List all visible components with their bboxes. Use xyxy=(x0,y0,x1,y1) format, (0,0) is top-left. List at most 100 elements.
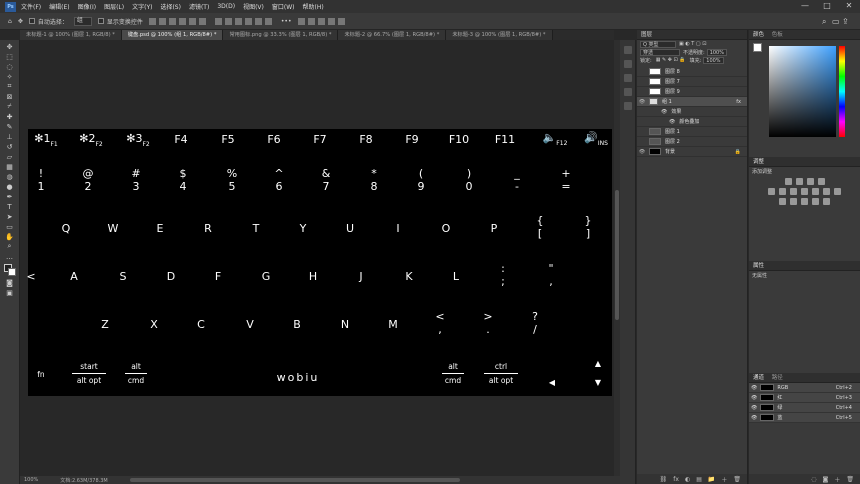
screen-mode-icon[interactable]: ▣ xyxy=(5,289,15,297)
menu-layer[interactable]: 图层(L) xyxy=(104,2,124,11)
selective-color-icon[interactable] xyxy=(823,198,830,205)
foreground-swatch[interactable] xyxy=(753,43,762,52)
channel-mixer-icon[interactable] xyxy=(823,188,830,195)
background-color-swatch[interactable] xyxy=(8,268,16,276)
auto-select-checkbox[interactable] xyxy=(28,18,35,24)
layer-item[interactable]: 图层 1 xyxy=(637,127,747,137)
scrollbar-thumb[interactable] xyxy=(615,190,619,320)
move-tool-icon[interactable]: ✥ xyxy=(5,43,15,51)
layer-select-dropdown[interactable]: 组 xyxy=(73,16,92,26)
maximize-button[interactable]: □ xyxy=(816,0,838,12)
distribute-center-icon[interactable] xyxy=(254,17,262,25)
align-center-icon[interactable] xyxy=(188,17,196,25)
3d-rotate-icon[interactable] xyxy=(297,17,305,25)
brightness-icon[interactable] xyxy=(784,178,792,185)
layer-background[interactable]: 👁 背景 🔒 xyxy=(637,147,747,157)
add-style-icon[interactable]: fx xyxy=(673,476,679,483)
channel-red[interactable]: 👁 红 Ctrl+3 xyxy=(749,393,860,403)
path-selection-tool-icon[interactable]: ➤ xyxy=(5,213,15,221)
color-tab[interactable]: 颜色 xyxy=(753,32,764,38)
search-icon[interactable]: ⌕ xyxy=(822,17,832,27)
healing-brush-tool-icon[interactable]: ✚ xyxy=(5,113,15,121)
move-tool-icon[interactable]: ✥ xyxy=(18,18,23,25)
distribute-left-icon[interactable] xyxy=(244,17,252,25)
3d-slide-icon[interactable] xyxy=(327,17,335,25)
menu-select[interactable]: 选择(S) xyxy=(160,2,181,11)
eye-icon[interactable]: 👁 xyxy=(751,385,757,391)
effects-item[interactable]: 👁 效果 xyxy=(637,107,747,117)
photo-filter-icon[interactable] xyxy=(812,188,819,195)
vibrance-icon[interactable] xyxy=(768,188,775,195)
gradient-tool-icon[interactable]: ▦ xyxy=(5,163,15,171)
layer-item[interactable]: 图层 9 xyxy=(637,87,747,97)
distribute-right-icon[interactable] xyxy=(264,17,272,25)
load-selection-icon[interactable]: ◌ xyxy=(811,476,816,483)
menu-filter[interactable]: 滤镜(T) xyxy=(189,2,209,11)
adjustments-title[interactable]: 调整 xyxy=(749,157,860,167)
history-brush-tool-icon[interactable]: ↺ xyxy=(5,143,15,151)
adjustment-layer-icon[interactable]: ▤ xyxy=(696,476,702,483)
home-icon[interactable]: ⌂ xyxy=(8,18,12,25)
menu-3d[interactable]: 3D(D) xyxy=(217,3,235,10)
align-left-icon[interactable] xyxy=(178,17,186,25)
zoom-tool-icon[interactable]: ⌕ xyxy=(5,242,15,250)
eye-icon[interactable]: 👁 xyxy=(637,149,647,155)
menu-window[interactable]: 窗口(W) xyxy=(272,2,295,11)
marquee-tool-icon[interactable]: ⬚ xyxy=(5,53,15,61)
dodge-tool-icon[interactable]: ● xyxy=(5,183,15,191)
close-button[interactable]: ✕ xyxy=(838,0,860,12)
align-middle-icon[interactable] xyxy=(158,17,166,25)
opacity-input[interactable]: 100% xyxy=(706,48,727,56)
blend-mode-dropdown[interactable]: 穿透 xyxy=(640,48,680,56)
eye-icon[interactable]: 👁 xyxy=(637,99,647,105)
lock-icons[interactable]: ▦ ✎ ✥ ⊡ 🔒 xyxy=(656,57,686,63)
glyphs-icon[interactable] xyxy=(623,102,632,110)
history-icon[interactable] xyxy=(623,46,632,54)
share-icon[interactable]: ⇪ xyxy=(842,17,852,27)
hue-slider[interactable] xyxy=(839,46,845,137)
frame-tool-icon[interactable]: ⊠ xyxy=(5,93,15,101)
properties-title[interactable]: 属性 xyxy=(749,261,860,271)
menu-edit[interactable]: 编辑(E) xyxy=(49,2,69,11)
posterize-icon[interactable] xyxy=(790,198,797,205)
layer-kind-dropdown[interactable]: Q 类型 xyxy=(640,40,676,48)
hand-tool-icon[interactable]: ✋ xyxy=(5,233,15,241)
stamp-tool-icon[interactable]: ⊥ xyxy=(5,133,15,141)
layer-item[interactable]: 图层 8 xyxy=(637,67,747,77)
zoom-level[interactable]: 100% xyxy=(24,477,38,483)
eye-icon[interactable]: 👁 xyxy=(751,405,757,411)
delete-layer-icon[interactable]: 🗑 xyxy=(733,476,741,483)
shape-tool-icon[interactable]: ▭ xyxy=(5,223,15,231)
exposure-icon[interactable] xyxy=(817,178,825,185)
type-tool-icon[interactable]: T xyxy=(5,203,15,211)
blur-tool-icon[interactable]: ◍ xyxy=(5,173,15,181)
color-balance-icon[interactable] xyxy=(790,188,797,195)
tab-untitled-1[interactable]: 未标题-1 @ 100% (图层 1, RGB/8) * xyxy=(20,30,122,40)
quick-mask-icon[interactable]: ◙ xyxy=(5,279,15,287)
channels-tab[interactable]: 通道 xyxy=(753,375,764,381)
gradient-map-icon[interactable] xyxy=(812,198,819,205)
3d-roll-icon[interactable] xyxy=(307,17,315,25)
workspace-icon[interactable]: ▭ xyxy=(832,17,842,27)
channel-green[interactable]: 👁 绿 Ctrl+4 xyxy=(749,403,860,413)
eye-icon[interactable]: 👁 xyxy=(669,119,675,125)
fill-input[interactable]: 100% xyxy=(703,56,724,64)
swatches-tab[interactable]: 色板 xyxy=(772,32,783,38)
menu-help[interactable]: 帮助(H) xyxy=(303,2,324,11)
3d-drag-icon[interactable] xyxy=(317,17,325,25)
threshold-icon[interactable] xyxy=(801,198,808,205)
color-picker-field[interactable] xyxy=(769,46,836,137)
distribute-bottom-icon[interactable] xyxy=(234,17,242,25)
lasso-tool-icon[interactable]: ◌ xyxy=(5,63,15,71)
tab-untitled-3[interactable]: 未标题-3 @ 100% (图层 1, RGB/8#) * xyxy=(446,30,553,40)
magic-wand-tool-icon[interactable]: ✧ xyxy=(5,73,15,81)
align-top-icon[interactable] xyxy=(148,17,156,25)
3d-scale-icon[interactable] xyxy=(337,17,345,25)
layer-item[interactable]: 图层 7 xyxy=(637,77,747,87)
pen-tool-icon[interactable]: ✒ xyxy=(5,193,15,201)
channel-rgb[interactable]: 👁 RGB Ctrl+2 xyxy=(749,383,860,393)
new-group-icon[interactable]: 📁 xyxy=(708,476,715,483)
levels-icon[interactable] xyxy=(795,178,803,185)
tab-untitled-2[interactable]: 未标题-2 @ 66.7% (图层 1, RGB/8#) * xyxy=(338,30,447,40)
add-mask-icon[interactable]: ◐ xyxy=(685,476,690,483)
